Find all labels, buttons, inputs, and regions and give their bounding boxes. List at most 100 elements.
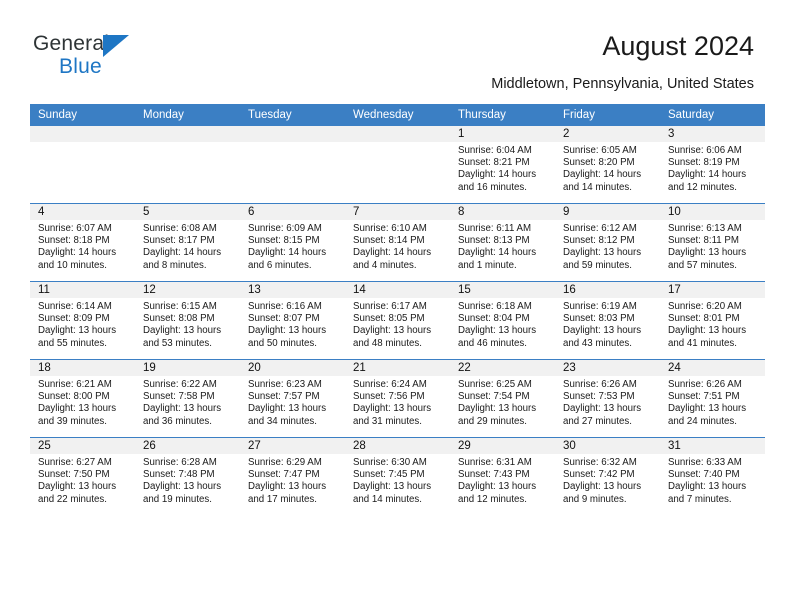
day-sun-info: Sunrise: 6:19 AM Sunset: 8:03 PM Daylight:…: [555, 298, 660, 350]
day-info-line: Sunrise: 6:23 AM: [248, 379, 322, 390]
calendar-day-cell[interactable]: [240, 126, 345, 204]
day-info-line: Sunset: 7:58 PM: [143, 391, 215, 403]
calendar-day-cell[interactable]: 25 Sunrise: 6:27 AM Sunset: 7:50 PM Dayligh…: [30, 437, 135, 515]
day-info-line: Sunset: 8:04 PM: [458, 313, 530, 325]
calendar-week-row: 1 Sunrise: 6:04 AM Sunset: 8:21 PM Daylight…: [30, 126, 765, 204]
day-number: 19: [135, 360, 240, 376]
calendar-day-cell[interactable]: 31 Sunrise: 6:33 AM Sunset: 7:40 PM Dayligh…: [660, 437, 765, 515]
day-cell-inner: 10 Sunrise: 6:13 AM Sunset: 8:11 PM Dayligh…: [660, 204, 765, 281]
calendar-day-cell[interactable]: 4 Sunrise: 6:07 AM Sunset: 8:18 PM Daylight…: [30, 203, 135, 282]
day-number: 3: [660, 126, 765, 142]
day-info-line: Daylight: 13 hours: [248, 481, 327, 493]
calendar-day-cell[interactable]: 11 Sunrise: 6:14 AM Sunset: 8:09 PM Dayligh…: [30, 281, 135, 360]
day-info-line: Sunrise: 6:32 AM: [563, 457, 637, 468]
calendar-day-cell[interactable]: 26 Sunrise: 6:28 AM Sunset: 7:48 PM Dayligh…: [135, 437, 240, 515]
day-info-line: Sunset: 8:14 PM: [353, 235, 425, 247]
day-info-line: Sunset: 8:15 PM: [248, 235, 320, 247]
calendar-day-cell[interactable]: 17 Sunrise: 6:20 AM Sunset: 8:01 PM Dayligh…: [660, 281, 765, 360]
calendar-day-cell[interactable]: 1 Sunrise: 6:04 AM Sunset: 8:21 PM Daylight…: [450, 126, 555, 204]
calendar-day-cell[interactable]: [345, 126, 450, 204]
day-number: 17: [660, 282, 765, 298]
day-sun-info: Sunrise: 6:21 AM Sunset: 8:00 PM Daylight:…: [30, 376, 135, 428]
day-info-line: Sunset: 7:45 PM: [353, 469, 425, 481]
day-info-line: Sunrise: 6:13 AM: [668, 223, 742, 234]
calendar-day-cell[interactable]: 20 Sunrise: 6:23 AM Sunset: 7:57 PM Dayligh…: [240, 359, 345, 438]
generalblue-logo[interactable]: General Blue: [33, 32, 213, 88]
day-info-line: and 10 minutes.: [38, 259, 107, 271]
calendar-day-cell[interactable]: 6 Sunrise: 6:09 AM Sunset: 8:15 PM Daylight…: [240, 203, 345, 282]
weekday-header-thursday: Thursday: [450, 104, 555, 126]
day-info-line: Sunset: 8:07 PM: [248, 313, 320, 325]
day-info-line: Sunrise: 6:27 AM: [38, 457, 112, 468]
calendar-day-cell[interactable]: 23 Sunrise: 6:26 AM Sunset: 7:53 PM Dayligh…: [555, 359, 660, 438]
calendar-day-cell[interactable]: 3 Sunrise: 6:06 AM Sunset: 8:19 PM Daylight…: [660, 126, 765, 204]
day-info-line: and 59 minutes.: [563, 259, 632, 271]
calendar-day-cell[interactable]: 12 Sunrise: 6:15 AM Sunset: 8:08 PM Dayligh…: [135, 281, 240, 360]
day-cell-inner: 29 Sunrise: 6:31 AM Sunset: 7:43 PM Dayligh…: [450, 438, 555, 515]
calendar-day-cell[interactable]: 19 Sunrise: 6:22 AM Sunset: 7:58 PM Dayligh…: [135, 359, 240, 438]
calendar-day-cell[interactable]: [30, 126, 135, 204]
calendar-day-cell[interactable]: 27 Sunrise: 6:29 AM Sunset: 7:47 PM Dayligh…: [240, 437, 345, 515]
day-sun-info: Sunrise: 6:05 AM Sunset: 8:20 PM Daylight:…: [555, 142, 660, 194]
calendar-day-cell[interactable]: 5 Sunrise: 6:08 AM Sunset: 8:17 PM Daylight…: [135, 203, 240, 282]
calendar-day-cell[interactable]: 2 Sunrise: 6:05 AM Sunset: 8:20 PM Daylight…: [555, 126, 660, 204]
day-number: 11: [30, 282, 135, 298]
day-sun-info: Sunrise: 6:06 AM Sunset: 8:19 PM Daylight:…: [660, 142, 765, 194]
day-cell-inner: 1 Sunrise: 6:04 AM Sunset: 8:21 PM Daylight…: [450, 126, 555, 203]
day-sun-info: Sunrise: 6:11 AM Sunset: 8:13 PM Daylight:…: [450, 220, 555, 272]
day-info-line: Sunset: 8:08 PM: [143, 313, 215, 325]
day-number: 21: [345, 360, 450, 376]
day-info-line: Sunrise: 6:20 AM: [668, 301, 742, 312]
calendar-day-cell[interactable]: 7 Sunrise: 6:10 AM Sunset: 8:14 PM Daylight…: [345, 203, 450, 282]
calendar-day-cell[interactable]: 14 Sunrise: 6:17 AM Sunset: 8:05 PM Dayligh…: [345, 281, 450, 360]
calendar-day-cell[interactable]: 29 Sunrise: 6:31 AM Sunset: 7:43 PM Dayligh…: [450, 437, 555, 515]
calendar-day-cell[interactable]: 8 Sunrise: 6:11 AM Sunset: 8:13 PM Daylight…: [450, 203, 555, 282]
day-info-line: Sunset: 8:19 PM: [668, 157, 740, 169]
day-info-line: and 6 minutes.: [248, 259, 312, 271]
calendar-day-cell[interactable]: 9 Sunrise: 6:12 AM Sunset: 8:12 PM Daylight…: [555, 203, 660, 282]
day-number: 31: [660, 438, 765, 454]
day-cell-inner: 27 Sunrise: 6:29 AM Sunset: 7:47 PM Dayligh…: [240, 438, 345, 515]
day-info-line: and 29 minutes.: [458, 415, 527, 427]
day-number: [240, 126, 345, 142]
calendar-day-cell[interactable]: 13 Sunrise: 6:16 AM Sunset: 8:07 PM Dayligh…: [240, 281, 345, 360]
calendar-day-cell[interactable]: 15 Sunrise: 6:18 AM Sunset: 8:04 PM Dayligh…: [450, 281, 555, 360]
day-info-line: Daylight: 13 hours: [668, 403, 747, 415]
day-number: 30: [555, 438, 660, 454]
calendar-page: General Blue August 2024 Middletown, Pen…: [0, 0, 792, 612]
day-info-line: Daylight: 13 hours: [458, 403, 537, 415]
day-number: 27: [240, 438, 345, 454]
day-cell-inner: 22 Sunrise: 6:25 AM Sunset: 7:54 PM Dayligh…: [450, 360, 555, 437]
calendar-day-cell[interactable]: 21 Sunrise: 6:24 AM Sunset: 7:56 PM Dayligh…: [345, 359, 450, 438]
day-number: 1: [450, 126, 555, 142]
day-info-line: Sunset: 7:43 PM: [458, 469, 530, 481]
day-info-line: and 9 minutes.: [563, 493, 627, 505]
calendar-day-cell[interactable]: 16 Sunrise: 6:19 AM Sunset: 8:03 PM Dayligh…: [555, 281, 660, 360]
day-number: 15: [450, 282, 555, 298]
day-info-line: Daylight: 13 hours: [563, 325, 642, 337]
day-info-line: Daylight: 13 hours: [38, 481, 117, 493]
day-info-line: Sunrise: 6:26 AM: [668, 379, 742, 390]
day-number: 25: [30, 438, 135, 454]
day-cell-inner: 2 Sunrise: 6:05 AM Sunset: 8:20 PM Daylight…: [555, 126, 660, 203]
calendar-day-cell[interactable]: [135, 126, 240, 204]
day-cell-inner: 7 Sunrise: 6:10 AM Sunset: 8:14 PM Daylight…: [345, 204, 450, 281]
calendar-day-cell[interactable]: 22 Sunrise: 6:25 AM Sunset: 7:54 PM Dayligh…: [450, 359, 555, 438]
day-info-line: Daylight: 13 hours: [38, 403, 117, 415]
day-info-line: and 55 minutes.: [38, 337, 107, 349]
calendar-day-cell[interactable]: 10 Sunrise: 6:13 AM Sunset: 8:11 PM Dayligh…: [660, 203, 765, 282]
day-info-line: Daylight: 13 hours: [353, 403, 432, 415]
day-sun-info: Sunrise: 6:14 AM Sunset: 8:09 PM Daylight:…: [30, 298, 135, 350]
calendar-day-cell[interactable]: 28 Sunrise: 6:30 AM Sunset: 7:45 PM Dayligh…: [345, 437, 450, 515]
calendar-day-cell[interactable]: 30 Sunrise: 6:32 AM Sunset: 7:42 PM Dayligh…: [555, 437, 660, 515]
calendar-day-cell[interactable]: 18 Sunrise: 6:21 AM Sunset: 8:00 PM Dayligh…: [30, 359, 135, 438]
day-info-line: and 14 minutes.: [353, 493, 422, 505]
day-sun-info: Sunrise: 6:28 AM Sunset: 7:48 PM Daylight:…: [135, 454, 240, 506]
day-info-line: and 1 minute.: [458, 259, 517, 271]
day-cell-inner: 13 Sunrise: 6:16 AM Sunset: 8:07 PM Dayligh…: [240, 282, 345, 359]
day-info-line: and 50 minutes.: [248, 337, 317, 349]
day-sun-info: Sunrise: 6:08 AM Sunset: 8:17 PM Daylight:…: [135, 220, 240, 272]
calendar-day-cell[interactable]: 24 Sunrise: 6:26 AM Sunset: 7:51 PM Dayligh…: [660, 359, 765, 438]
day-info-line: Sunrise: 6:25 AM: [458, 379, 532, 390]
day-cell-inner: 28 Sunrise: 6:30 AM Sunset: 7:45 PM Dayligh…: [345, 438, 450, 515]
